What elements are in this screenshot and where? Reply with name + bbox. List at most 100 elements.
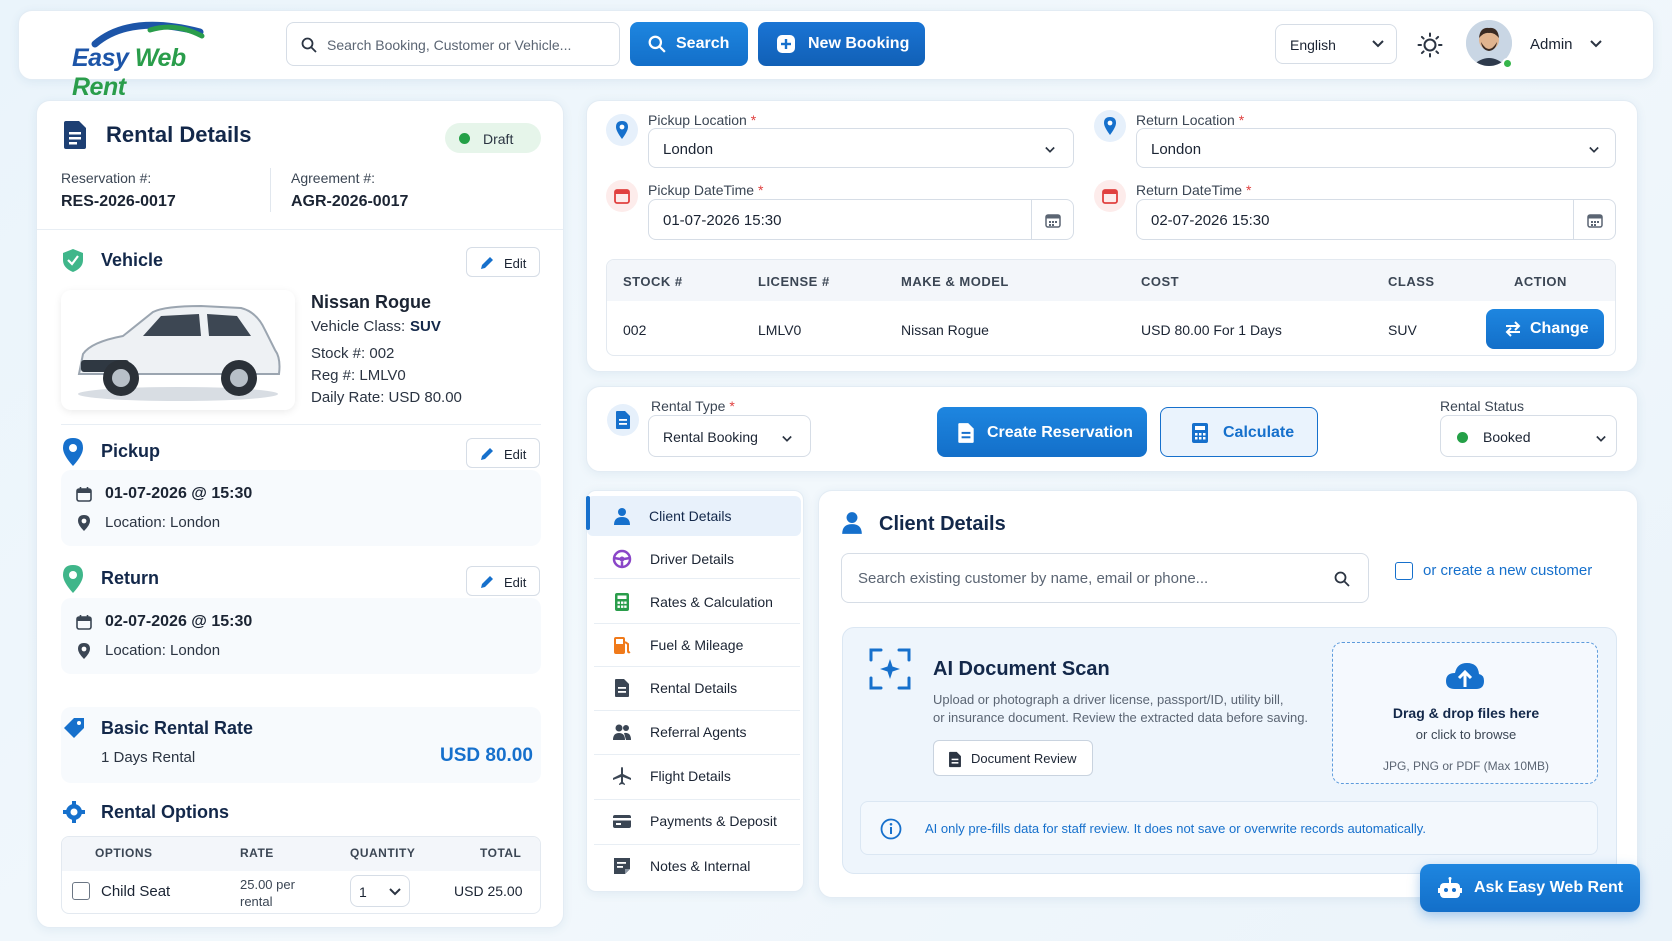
nav-notes-internal[interactable]: Notes & Internal	[594, 847, 800, 885]
ai-scan-description: Upload or photograph a driver license, p…	[933, 692, 1284, 707]
create-new-customer-link[interactable]: or create a new customer	[1423, 562, 1592, 579]
pickup-location: Location: London	[105, 514, 221, 531]
chevron-down-icon	[1596, 435, 1606, 442]
nav-rental-details[interactable]: Rental Details	[594, 669, 800, 707]
file-drop-zone[interactable]: Drag & drop files here or click to brows…	[1332, 642, 1598, 784]
vehicle-stock: Stock #: 002	[311, 345, 395, 362]
search-placeholder: Search Booking, Customer or Vehicle...	[327, 37, 572, 53]
option-name: Child Seat	[101, 883, 171, 900]
price-tag-icon	[64, 718, 84, 738]
credit-card-icon	[613, 815, 631, 828]
options-header-total: TOTAL	[480, 846, 522, 860]
vehicle-reg: Reg #: LMLV0	[311, 367, 406, 384]
return-title: Return	[101, 568, 159, 588]
client-details-title: Client Details	[879, 513, 1006, 535]
pencil-icon	[481, 576, 493, 588]
return-location-select[interactable]: London	[1136, 128, 1616, 168]
calendar-picker-icon[interactable]	[1045, 212, 1061, 228]
return-location-label: Return Location *	[1136, 112, 1245, 128]
option-rate-unit: rental	[240, 894, 273, 909]
theme-toggle-sun-icon[interactable]	[1417, 32, 1443, 58]
nav-payments-deposit[interactable]: Payments & Deposit	[594, 802, 800, 840]
return-datetime-label: Return DateTime *	[1136, 182, 1252, 198]
row-model: Nissan Rogue	[901, 322, 989, 338]
pencil-icon	[481, 257, 493, 269]
pickup-location-select[interactable]: London	[648, 128, 1074, 168]
option-total: USD 25.00	[454, 883, 523, 899]
shield-icon	[63, 249, 83, 272]
vehicle-daily-rate: Daily Rate: USD 80.00	[311, 389, 462, 406]
ai-scan-description-2: or insurance document. Review the extrac…	[933, 710, 1309, 725]
create-new-customer-checkbox[interactable]	[1395, 562, 1413, 580]
nav-rates-calculation[interactable]: Rates & Calculation	[594, 583, 800, 621]
vehicle-name: Nissan Rogue	[311, 292, 432, 312]
calculator-icon	[615, 593, 629, 611]
nav-fuel-mileage[interactable]: Fuel & Mileage	[594, 626, 800, 664]
edit-return-button[interactable]: Edit	[466, 566, 540, 596]
customer-search-input[interactable]: Search existing customer by name, email …	[841, 553, 1369, 603]
rental-status-select[interactable]: Booked	[1440, 415, 1617, 457]
ask-assistant-button[interactable]: Ask Easy Web Rent	[1420, 864, 1640, 912]
basic-rate-title: Basic Rental Rate	[101, 718, 254, 738]
option-rate: 25.00 per	[240, 877, 295, 892]
return-datetime: 02-07-2026 @ 15:30	[105, 613, 253, 630]
edit-vehicle-button[interactable]: Edit	[466, 247, 540, 277]
pickup-card	[61, 470, 541, 546]
agreement-label: Agreement #:	[291, 170, 376, 186]
rental-type-select[interactable]: Rental Booking	[648, 415, 811, 457]
document-icon	[958, 423, 974, 443]
search-icon	[301, 37, 317, 53]
col-cost: COST	[1141, 274, 1180, 289]
airplane-icon	[613, 767, 631, 785]
pickup-title: Pickup	[101, 441, 161, 461]
calendar-picker-icon[interactable]	[1587, 212, 1603, 228]
search-button[interactable]: Search	[630, 22, 748, 66]
nav-referral-agents[interactable]: Referral Agents	[594, 713, 800, 751]
col-action: ACTION	[1514, 274, 1567, 289]
nav-client-details[interactable]: Client Details	[594, 497, 800, 535]
vehicle-image	[61, 290, 295, 410]
info-note: AI only pre-fills data for staff review.…	[860, 801, 1598, 855]
row-stock: 002	[623, 322, 647, 338]
language-select[interactable]: English	[1275, 24, 1397, 64]
create-reservation-button[interactable]: Create Reservation	[937, 407, 1147, 457]
reservation-number: RES-2026-0017	[61, 193, 176, 210]
change-vehicle-button[interactable]: Change	[1486, 309, 1604, 349]
info-icon	[880, 818, 902, 840]
nav-flight-details[interactable]: Flight Details	[594, 757, 800, 795]
calculate-button[interactable]: Calculate	[1160, 407, 1318, 457]
calendar-icon	[614, 189, 630, 204]
rental-details-title: Rental Details	[106, 122, 252, 147]
pickup-datetime: 01-07-2026 @ 15:30	[105, 485, 253, 502]
ai-scan-title: AI Document Scan	[933, 658, 1110, 680]
location-pin-icon	[616, 121, 628, 139]
pickup-location-label: Pickup Location *	[648, 112, 757, 128]
location-pin-icon	[78, 643, 90, 659]
user-icon	[842, 512, 862, 534]
chevron-down-icon	[782, 435, 792, 442]
new-booking-button[interactable]: New Booking	[758, 22, 925, 66]
user-menu-chevron-icon[interactable]	[1590, 40, 1602, 48]
pickup-datetime-input[interactable]: 01-07-2026 15:30	[648, 199, 1074, 240]
col-stock: STOCK #	[623, 274, 683, 289]
user-name: Admin	[1530, 36, 1573, 53]
gear-icon	[63, 801, 85, 823]
logo-text: Easy Web Rent	[72, 44, 186, 101]
col-class: CLASS	[1388, 274, 1435, 289]
vehicle-title: Vehicle	[101, 250, 164, 270]
pencil-icon	[481, 448, 493, 460]
steering-wheel-icon	[612, 549, 632, 569]
child-seat-checkbox[interactable]	[72, 882, 90, 900]
nav-driver-details[interactable]: Driver Details	[594, 540, 800, 578]
chevron-down-icon	[389, 888, 401, 896]
document-icon	[64, 121, 86, 149]
global-search-input[interactable]: Search Booking, Customer or Vehicle...	[286, 22, 620, 66]
row-cost: USD 80.00 For 1 Days	[1141, 322, 1282, 338]
return-datetime-input[interactable]: 02-07-2026 15:30	[1136, 199, 1616, 240]
document-review-button[interactable]: Document Review	[933, 740, 1093, 776]
edit-pickup-button[interactable]: Edit	[466, 438, 540, 468]
users-icon	[613, 724, 631, 740]
options-header-rate: RATE	[240, 846, 274, 860]
option-quantity-select[interactable]: 1	[350, 875, 410, 907]
logo[interactable]: Easy Web Rent	[52, 14, 222, 101]
